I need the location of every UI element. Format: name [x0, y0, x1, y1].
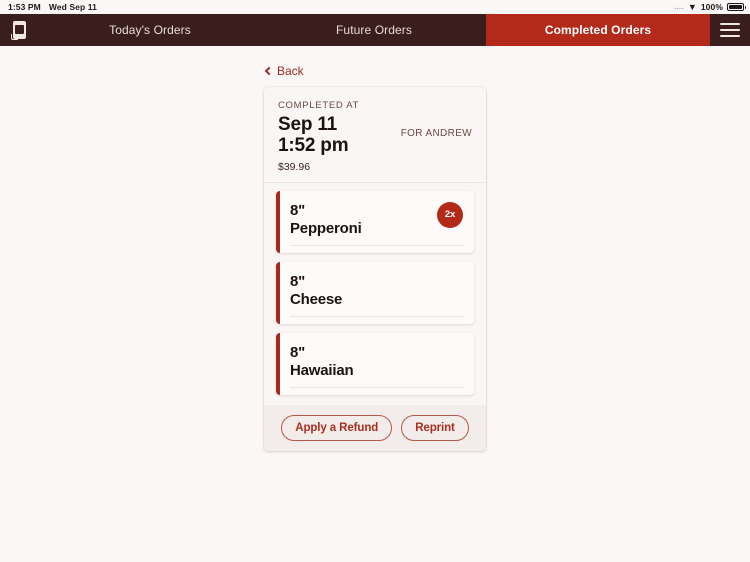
apply-refund-button[interactable]: Apply a Refund	[281, 414, 393, 441]
hamburger-line	[720, 29, 740, 31]
order-detail-column: Back COMPLETED AT Sep 11 1:52 pm $39.96 …	[264, 64, 486, 451]
order-total: $39.96	[278, 160, 311, 173]
back-button-label: Back	[277, 64, 304, 78]
wifi-icon: ▼	[687, 1, 697, 12]
battery-percent-label: 100%	[700, 2, 723, 12]
item-name: Hawaiian	[290, 361, 354, 379]
nav-tab-list: Today's Orders Future Orders Completed O…	[38, 14, 710, 46]
status-bar-left: 1:53 PM Wed Sep 11	[8, 2, 97, 12]
status-bar-time: 1:53 PM	[8, 2, 41, 12]
order-item-row[interactable]: 8" Hawaiian	[276, 332, 474, 395]
app-logo-button[interactable]	[0, 14, 38, 46]
item-size: 8"	[290, 272, 306, 290]
status-bar-right: .... ▼ 100%	[674, 1, 746, 12]
order-customer-name: FOR ANDREW	[400, 128, 472, 139]
order-item-row[interactable]: 8" Cheese	[276, 261, 474, 324]
status-bar-date: Wed Sep 11	[48, 2, 97, 12]
order-actions: Apply a Refund Reprint	[264, 404, 486, 451]
item-name: Pepperoni	[290, 219, 362, 237]
signal-strength-icon: ....	[674, 3, 684, 11]
chevron-left-icon	[264, 66, 274, 76]
battery-full-icon	[727, 3, 746, 11]
item-name: Cheese	[290, 290, 343, 308]
tab-completed-orders[interactable]: Completed Orders	[486, 14, 710, 46]
back-button[interactable]: Back	[264, 64, 486, 78]
order-detail-card: COMPLETED AT Sep 11 1:52 pm $39.96 FOR A…	[264, 87, 486, 451]
tab-completed-orders-label: Completed Orders	[544, 23, 652, 37]
order-item-row[interactable]: 8" Pepperoni 2x	[276, 190, 474, 253]
hamburger-line	[720, 35, 740, 37]
page-body: Back COMPLETED AT Sep 11 1:52 pm $39.96 …	[0, 46, 750, 562]
completed-at-label: COMPLETED AT	[278, 100, 360, 111]
item-quantity-badge: 2x	[437, 201, 463, 228]
order-item-list: 8" Pepperoni 2x 8" Cheese 8" Hawaiian	[264, 183, 486, 405]
ios-status-bar: 1:53 PM Wed Sep 11 .... ▼ 100%	[0, 0, 750, 14]
order-header: COMPLETED AT Sep 11 1:52 pm $39.96 FOR A…	[264, 87, 486, 183]
item-divider	[290, 315, 464, 317]
item-size: 8"	[290, 343, 306, 361]
app-logo-icon	[10, 21, 26, 40]
tab-future-orders[interactable]: Future Orders	[262, 14, 486, 46]
tab-todays-orders-label: Today's Orders	[109, 23, 191, 37]
item-divider	[290, 244, 464, 246]
reprint-button[interactable]: Reprint	[401, 414, 469, 441]
top-navigation-bar: Today's Orders Future Orders Completed O…	[0, 14, 750, 46]
item-divider	[290, 386, 464, 388]
hamburger-menu-icon[interactable]	[710, 14, 750, 46]
hamburger-line	[720, 23, 740, 25]
tab-future-orders-label: Future Orders	[336, 23, 412, 37]
tab-todays-orders[interactable]: Today's Orders	[38, 14, 262, 46]
